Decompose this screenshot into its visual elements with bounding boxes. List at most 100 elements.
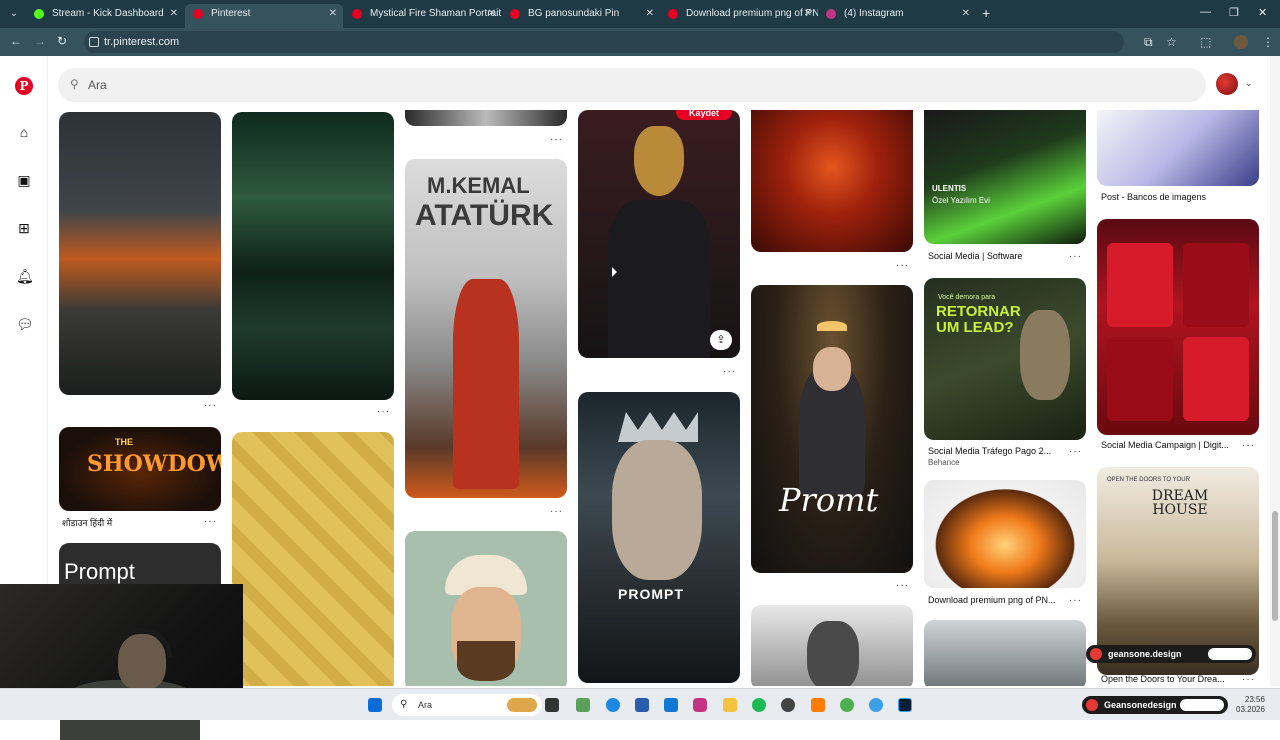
close-tab-icon[interactable]: ✕ [804,4,812,24]
windows-start-icon[interactable] [368,698,382,712]
site-info-icon[interactable] [89,37,99,47]
pin-battle-scene[interactable] [924,620,1086,686]
extensions-icon[interactable]: ⬚ [1200,35,1211,49]
tab-bg-pin[interactable]: BG panosundaki Pin ✕ [502,4,660,28]
share-icon[interactable]: ⇪ [710,330,732,350]
close-tab-icon[interactable]: ✕ [170,4,178,24]
pin-caption[interactable]: शोडाउन हिंदी में [62,516,202,529]
more-options-icon[interactable]: ··· [550,134,563,145]
pin-ataturk[interactable]: M.KEMAL ATATÜRK [405,159,567,498]
tab-pinterest[interactable]: Pinterest ✕ [185,4,343,28]
tab-title: Mystical Fire Shaman Portrait - [370,8,502,19]
more-options-icon[interactable]: ··· [896,260,909,271]
pinterest-logo-icon[interactable]: P [15,77,33,95]
browser-menu-icon[interactable]: ⋮ [1262,35,1274,49]
chrome-profile-icon[interactable] [869,698,883,712]
bookmark-star-icon[interactable]: ☆ [1166,35,1177,49]
pin-showdown[interactable]: THE SHOWDOWN [59,427,221,511]
url-field[interactable]: tr.pinterest.com [84,31,1124,53]
pin-caption[interactable]: Social Media Tráfego Pago 2... [928,446,1058,456]
tab-download-png[interactable]: Download premium png of PN ✕ [660,4,818,28]
pin-gold-pattern[interactable] [232,432,394,686]
page-scrollbar[interactable] [1270,56,1280,686]
tab-search-icon[interactable]: ⌄ [6,6,22,22]
pin-deer-man[interactable]: Kaydet ⇪ [578,110,740,358]
pin-explosion-png[interactable] [924,480,1086,588]
pin-caption[interactable]: Social Media | Software [928,251,1058,261]
pin-ice-king[interactable]: PROMPT [578,392,740,683]
new-tab-button[interactable]: + [982,6,990,20]
widgets-icon[interactable] [507,698,537,712]
task-view-icon[interactable] [545,698,559,712]
restore-icon[interactable]: ❐ [1229,6,1239,19]
close-tab-icon[interactable]: ✕ [329,4,337,24]
home-icon[interactable]: ⌂ [16,124,32,140]
minimize-icon[interactable]: — [1200,6,1211,18]
file-explorer-icon[interactable] [723,698,737,712]
reload-icon[interactable]: ↻ [57,34,67,48]
pin-caption[interactable]: Social Media Campaign | Digit... [1101,440,1237,450]
more-options-icon[interactable]: ··· [723,366,736,377]
scrollbar-thumb[interactable] [1272,511,1278,621]
pin-snape-portrait[interactable] [751,605,913,686]
more-options-icon[interactable]: ··· [1069,446,1082,457]
illustrator-icon[interactable] [811,698,825,712]
search-input[interactable] [88,68,1188,102]
more-options-icon[interactable]: ··· [1069,595,1082,606]
copilot-icon[interactable] [576,698,590,712]
forward-icon[interactable]: → [34,34,46,48]
more-options-icon[interactable]: ··· [550,506,563,517]
pin-fire-explosion[interactable] [751,110,913,252]
store-icon[interactable] [635,698,649,712]
system-clock[interactable]: 23:56 03.2026 [1236,695,1265,715]
spotify-icon[interactable] [752,698,766,712]
create-icon[interactable]: ⊞ [16,220,32,236]
pin-caption[interactable]: Download premium png of PN... [928,595,1064,605]
more-options-icon[interactable]: ··· [204,516,217,527]
back-icon[interactable]: ← [10,34,22,48]
promt-text: Promt [779,481,879,519]
pin-forest-lake[interactable] [232,112,394,400]
close-tab-icon[interactable]: ✕ [488,4,496,24]
more-options-icon[interactable]: ··· [896,580,909,591]
tab-title: Stream - Kick Dashboard [52,8,164,19]
close-tab-icon[interactable]: ✕ [962,4,970,24]
close-window-icon[interactable]: ✕ [1258,6,1267,19]
edge-icon[interactable] [606,698,620,712]
user-avatar[interactable] [1216,73,1238,95]
save-button[interactable]: Kaydet [676,110,732,120]
outlook-icon[interactable] [664,698,678,712]
explore-icon[interactable]: ▣ [16,172,32,188]
chevron-down-icon[interactable]: ⌄ [1245,78,1253,89]
obs-icon[interactable] [781,698,795,712]
pin-red-social-campaign[interactable] [1097,219,1259,435]
pin-caption[interactable]: Post - Bancos de imagens [1101,192,1251,202]
more-options-icon[interactable]: ··· [1242,440,1255,451]
more-options-icon[interactable]: ··· [204,400,217,411]
messages-icon[interactable]: 💬︎ [16,316,34,332]
pin-chess[interactable] [1097,110,1259,186]
more-options-icon[interactable]: ··· [1069,251,1082,262]
pin-ulentis[interactable]: ULENTIS Özel Yazılım Evi [924,110,1086,244]
pin-promt-portrait[interactable]: Promt [751,285,913,573]
more-options-icon[interactable]: ··· [1242,674,1255,685]
instagram-icon[interactable] [693,698,707,712]
close-tab-icon[interactable]: ✕ [646,4,654,24]
kick-favicon-icon [34,9,44,19]
install-app-icon[interactable]: ⧉ [1144,35,1153,50]
profile-avatar[interactable] [1234,35,1248,49]
pin-caption[interactable]: Open the Doors to Your Drea... [1101,674,1247,684]
more-options-icon[interactable]: ··· [377,406,390,417]
tab-instagram[interactable]: (4) Instagram ✕ [818,4,976,28]
tab-kick-dashboard[interactable]: Stream - Kick Dashboard ✕ [26,4,184,28]
pin-dream-house[interactable]: OPEN THE DOORS TO YOUR DREAM HOUSE [1097,467,1259,675]
pin-retornar-lead[interactable]: Você demora para RETORNAR UM LEAD? [924,278,1086,440]
pin-partial-top[interactable] [405,110,567,126]
pin-ruined-city[interactable] [59,112,221,395]
address-bar: ← → ↻ tr.pinterest.com ⧉ ☆ ⬚ ⋮ [0,28,1280,56]
chrome-icon[interactable] [840,698,854,712]
photoshop-icon[interactable] [898,698,912,712]
tab-mystical-fire[interactable]: Mystical Fire Shaman Portrait - ✕ [344,4,502,28]
notifications-icon[interactable]: 🔔︎ [16,268,34,284]
pin-3d-avatar[interactable] [405,531,567,686]
